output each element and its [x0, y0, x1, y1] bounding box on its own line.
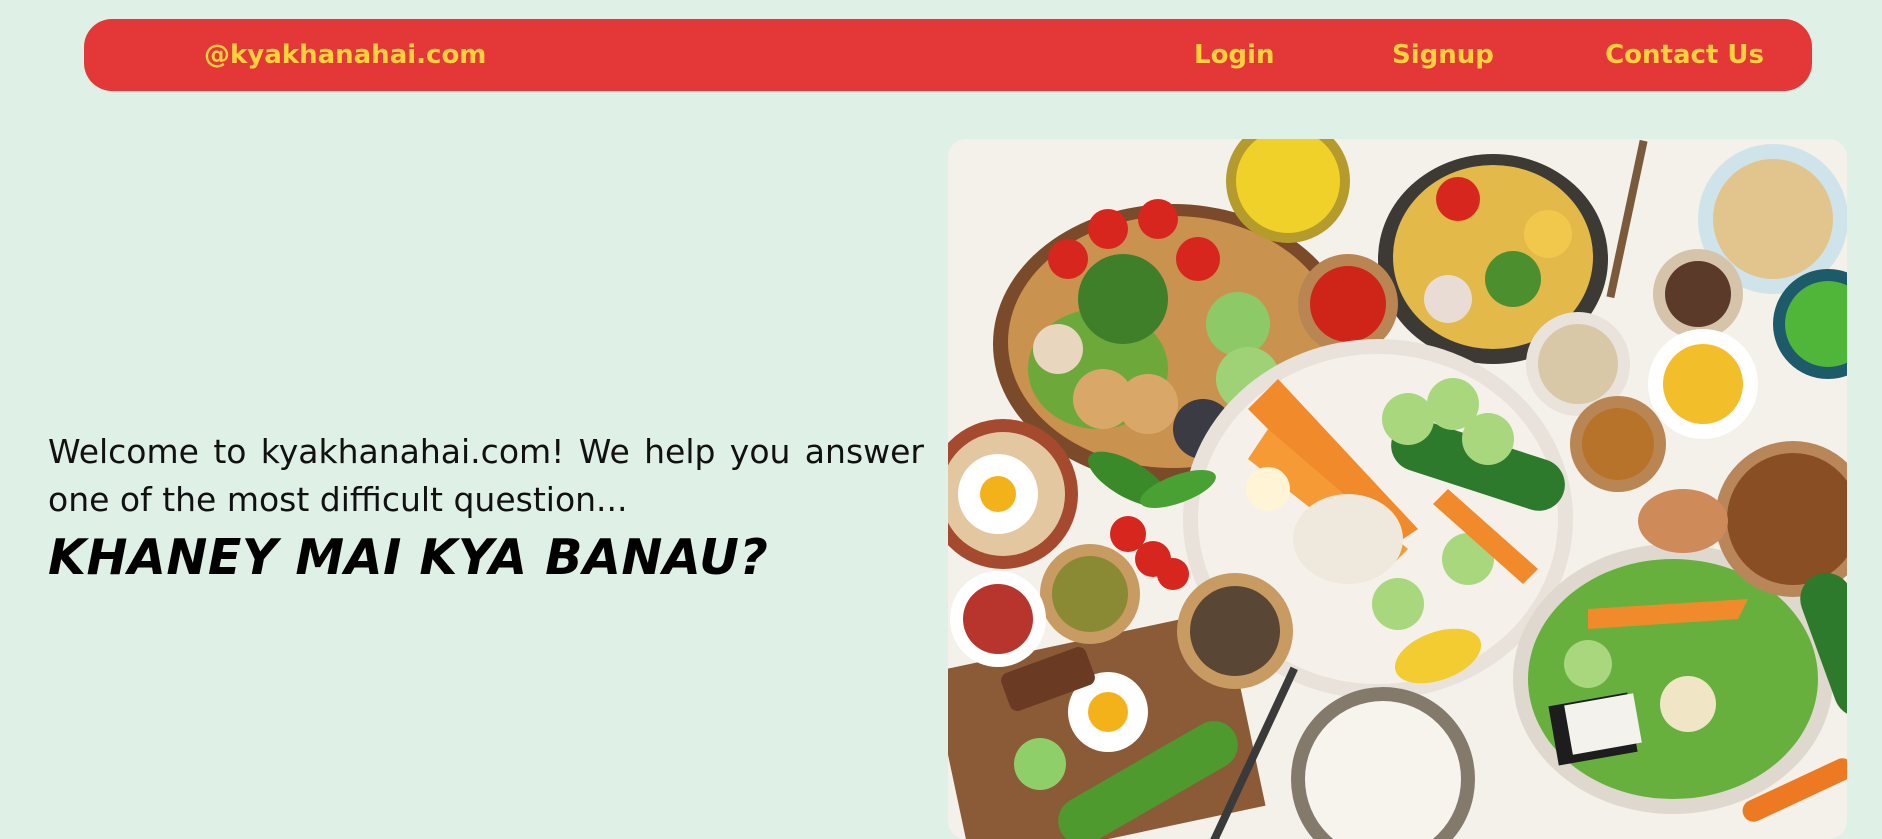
hero-image: [948, 139, 1847, 839]
intro-section: Welcome to kyakhanahai.com! We help you …: [48, 428, 924, 590]
top-navbar: @kyakhanahai.com Login Signup Contact Us: [84, 19, 1812, 91]
food-spread-illustration-icon: [948, 139, 1847, 839]
brand-link[interactable]: @kyakhanahai.com: [204, 19, 486, 91]
contact-us-link[interactable]: Contact Us: [1605, 19, 1764, 91]
signup-link[interactable]: Signup: [1392, 19, 1494, 91]
welcome-text: Welcome to kyakhanahai.com! We help you …: [48, 432, 924, 519]
login-link[interactable]: Login: [1194, 19, 1274, 91]
tagline-heading: KHANEY MAI KYA BANAU?: [48, 529, 769, 586]
